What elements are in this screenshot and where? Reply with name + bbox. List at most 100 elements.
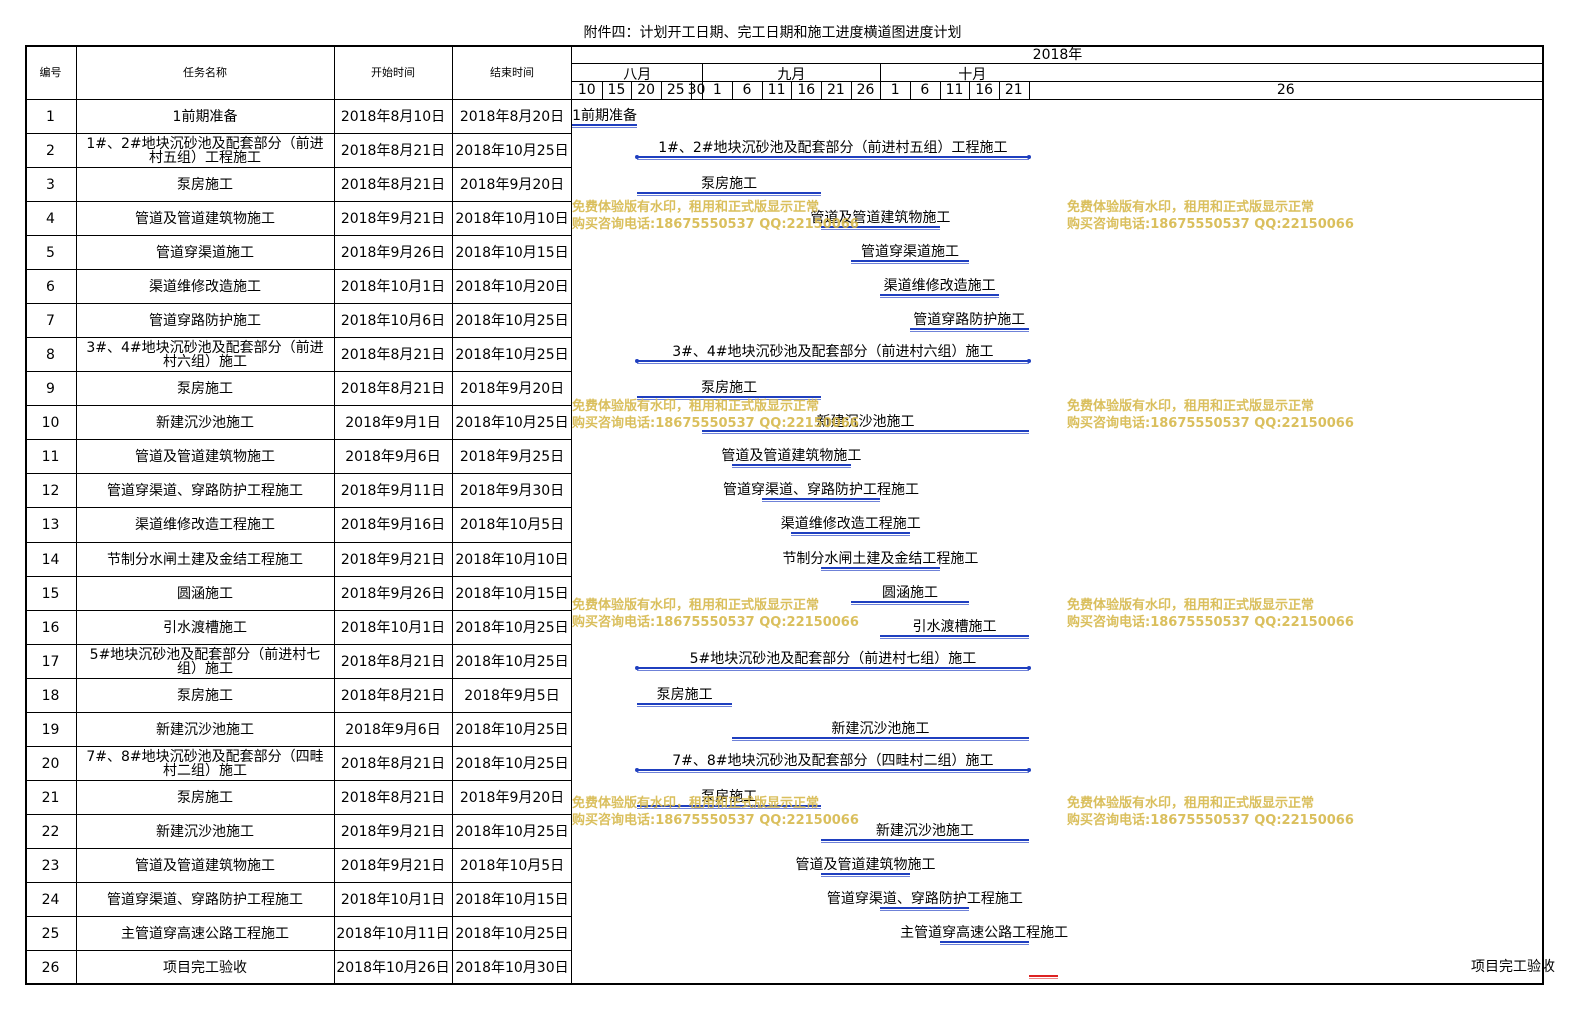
end-date: 2018年10月25日 [455,347,569,364]
start-date: 2018年8月21日 [340,143,446,160]
start-date: 2018年9月6日 [345,721,441,738]
start-date: 2018年8月21日 [340,381,446,398]
end-date: 2018年10月5日 [459,857,565,874]
gantt-bar-label: 管道穿渠道、穿路防护工程施工 [723,482,920,499]
row-number: 14 [41,551,60,568]
day-tick-label: 21 [1004,82,1023,98]
row-number: 15 [41,585,60,602]
task-name: 节制分水闸土建及金结工程施工 [107,551,303,568]
row-number: 21 [41,789,60,806]
month-label: 九月 [777,67,806,83]
task-name: 新建沉沙池施工 [156,721,254,738]
end-date: 2018年10月15日 [455,891,569,908]
watermark-line: 免费体验版有水印，租用和正式版显示正常 [572,598,820,613]
start-date: 2018年8月21日 [340,687,446,704]
start-date: 2018年8月21日 [340,177,446,194]
end-date: 2018年8月20日 [459,109,565,126]
start-date: 2018年8月21日 [340,789,446,806]
watermark-line: 购买咨询电话:18675550537 QQ:22150066 [572,615,859,630]
task-name: 3#、4#地块沉砂池及配套部分（前进村六组）施工 [86,340,324,371]
header-start: 开始时间 [371,66,415,79]
header-task: 任务名称 [183,66,227,79]
gantt-bar-label: 泵房施工 [656,686,713,703]
day-tick-label: 26 [1276,82,1295,98]
end-date: 2018年10月25日 [455,653,569,670]
end-date: 2018年9月30日 [459,483,565,500]
task-name: 泵房施工 [177,381,233,398]
end-date: 2018年9月5日 [464,687,560,704]
watermark-line: 免费体验版有水印，租用和正式版显示正常 [1067,200,1315,215]
start-date: 2018年10月11日 [336,925,450,942]
gantt-bar-label: 1#、2#地块沉砂池及配套部分（前进村五组）工程施工 [658,140,1008,157]
row-number: 16 [41,619,60,636]
end-date: 2018年10月25日 [455,143,569,160]
start-date: 2018年9月26日 [340,245,446,262]
watermark-line: 购买咨询电话:18675550537 QQ:22150066 [1067,813,1354,828]
end-date: 2018年10月25日 [455,721,569,738]
task-name: 项目完工验收 [163,960,247,977]
row-number: 19 [41,721,60,738]
task-name: 泵房施工 [177,177,233,194]
watermark-line: 购买咨询电话:18675550537 QQ:22150066 [572,416,859,431]
row-number: 18 [41,687,60,704]
end-date: 2018年9月20日 [459,177,565,194]
row-number: 20 [41,755,60,772]
start-date: 2018年9月26日 [340,585,446,602]
task-name: 1#、2#地块沉砂池及配套部分（前进村五组）工程施工 [86,136,324,167]
page-title: 附件四：计划开工日期、完工日期和施工进度横道图进度计划 [583,25,962,41]
gantt-bar-label: 节制分水闸土建及金结工程施工 [782,550,979,567]
task-name: 渠道维修改造施工 [149,279,261,296]
gantt-bar-label: 新建沉沙池施工 [875,822,974,839]
column-divider [76,45,77,984]
watermark-line: 购买咨询电话:18675550537 QQ:22150066 [1067,416,1354,431]
gantt-bar-label: 管道穿渠道、穿路防护工程施工 [826,890,1023,907]
end-date: 2018年10月10日 [455,211,569,228]
row-number: 17 [41,653,60,670]
gantt-bar-label: 管道穿渠道施工 [861,244,959,261]
task-name: 管道及管道建筑物施工 [135,449,275,466]
end-date: 2018年10月15日 [455,585,569,602]
row-number: 23 [41,857,60,874]
header-no: 编号 [39,66,62,79]
start-date: 2018年10月1日 [340,279,446,296]
gantt-bar-label: 管道穿路防护施工 [913,312,1026,329]
row-number: 5 [46,245,55,262]
row-number: 3 [46,177,55,194]
end-date: 2018年10月25日 [455,619,569,636]
task-name: 主管道穿高速公路工程施工 [121,925,289,942]
end-date: 2018年10月25日 [455,313,569,330]
watermark-line: 购买咨询电话:18675550537 QQ:22150066 [1067,217,1354,232]
watermark: 免费体验版有水印，租用和正式版显示正常 购买咨询电话:18675550537 QQ… [572,795,859,829]
start-date: 2018年8月10日 [340,109,446,126]
task-name: 管道穿渠道、穿路防护工程施工 [107,891,303,908]
month-label: 八月 [623,67,652,83]
start-date: 2018年9月21日 [340,551,446,568]
end-date: 2018年10月15日 [455,245,569,262]
gantt-bar-label: 渠道维修改造施工 [883,278,996,295]
end-date: 2018年9月20日 [459,789,565,806]
task-name: 新建沉沙池施工 [156,415,254,432]
start-date: 2018年9月11日 [340,483,446,500]
watermark: 免费体验版有水印，租用和正式版显示正常购买咨询电话:18675550537 QQ… [572,398,859,432]
start-date: 2018年9月1日 [345,415,441,432]
watermark: 免费体验版有水印，租用和正式版显示正常购买咨询电话:18675550537 QQ… [572,597,859,631]
watermark-line: 购买咨询电话:18675550537 QQ:22150066 [572,813,859,828]
gantt-bar-label: 3#、4#地块沉砂池及配套部分（前进村六组）施工 [672,344,994,361]
gantt-bar-label: 引水渡槽施工 [912,618,997,635]
gantt-bar-label: 渠道维修改造工程施工 [780,516,921,533]
watermark: 免费体验版有水印，租用和正式版显示正常购买咨询电话:18675550537 QQ… [1067,199,1354,233]
watermark-line: 免费体验版有水印，租用和正式版显示正常 [572,399,820,414]
task-name: 管道及管道建筑物施工 [135,857,275,874]
task-name: 7#、8#地块沉砂池及配套部分（四畦村二组）施工 [86,748,324,779]
row-number: 25 [41,925,60,942]
task-name: 管道穿路防护施工 [149,313,261,330]
watermark: 免费体验版有水印，租用和正式版显示正常购买咨询电话:18675550537 QQ… [1067,795,1354,829]
end-date: 2018年9月20日 [459,381,565,398]
watermark-line: 免费体验版有水印，租用和正式版显示正常 [1067,796,1315,811]
gantt-bar-label: 泵房施工 [701,380,758,397]
start-date: 2018年8月21日 [340,755,446,772]
task-name: 渠道维修改造工程施工 [135,517,275,534]
header-year: 2018年 [1032,47,1083,63]
header-divider [572,99,1543,100]
end-date: 2018年10月10日 [455,551,569,568]
